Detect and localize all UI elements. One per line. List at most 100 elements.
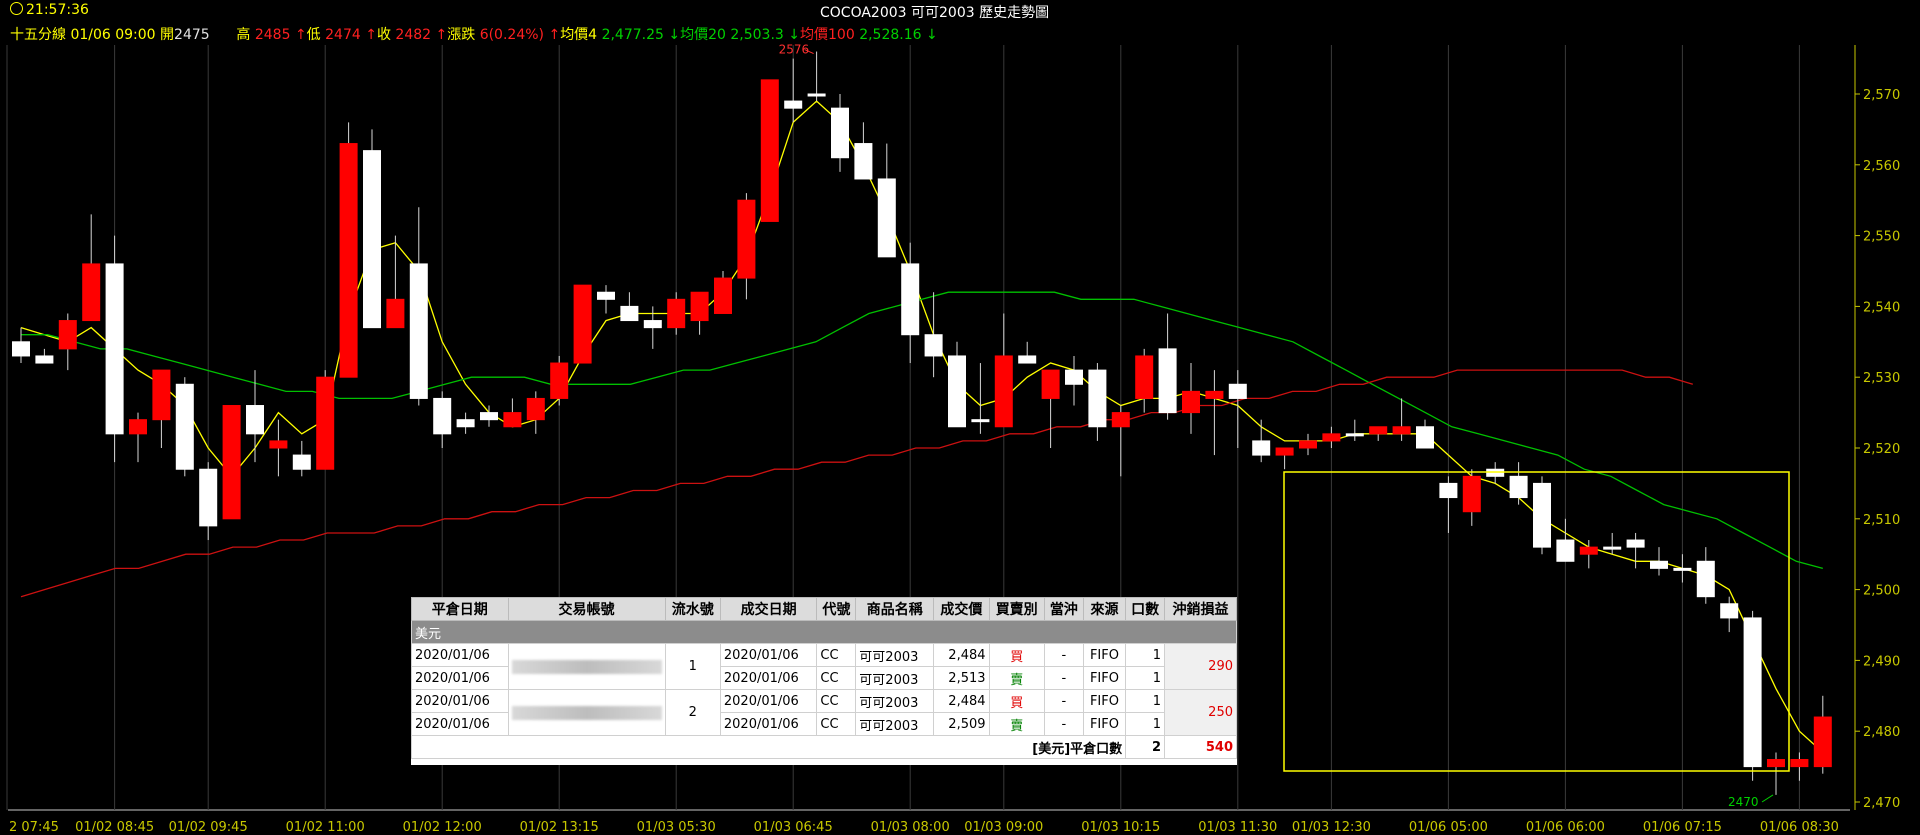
col-trade-date[interactable]: 成交日期 (719, 597, 818, 621)
candle[interactable] (1486, 462, 1505, 484)
candle[interactable] (1228, 370, 1247, 448)
candle[interactable] (1767, 752, 1785, 795)
candle[interactable] (152, 369, 171, 448)
candle[interactable] (363, 129, 381, 329)
clock-icon (10, 2, 23, 15)
candle[interactable] (877, 143, 896, 258)
candle[interactable] (550, 355, 569, 406)
candle[interactable] (1579, 540, 1598, 569)
candle[interactable] (643, 306, 662, 349)
candle[interactable] (503, 398, 522, 428)
col-side[interactable]: 買賣別 (988, 597, 1045, 621)
candle[interactable] (1533, 476, 1551, 555)
col-source[interactable]: 來源 (1082, 597, 1127, 621)
candle[interactable] (129, 412, 147, 463)
group-row[interactable]: 美元 (411, 620, 1237, 644)
candle[interactable] (1322, 426, 1341, 448)
x-tick-label: 01/06 06:00 (1526, 820, 1605, 835)
candle[interactable] (480, 405, 498, 427)
candle[interactable] (1790, 752, 1809, 781)
col-seq[interactable]: 流水號 (664, 597, 721, 621)
candle[interactable] (456, 412, 475, 434)
candle[interactable] (690, 291, 709, 335)
col-qty[interactable]: 口數 (1125, 597, 1166, 621)
candle[interactable] (1205, 370, 1224, 456)
candle[interactable] (175, 377, 194, 477)
candle[interactable] (1275, 447, 1294, 470)
candle[interactable] (433, 391, 452, 448)
candle[interactable] (1462, 469, 1481, 526)
candle[interactable] (82, 214, 101, 322)
candle[interactable] (737, 193, 756, 300)
candle[interactable] (316, 370, 335, 470)
candle[interactable] (35, 348, 54, 364)
candle[interactable] (105, 235, 124, 463)
candle[interactable] (1088, 363, 1107, 441)
candle[interactable] (1603, 532, 1622, 555)
candle[interactable] (784, 58, 803, 123)
table-row[interactable]: 2020/01/06 2 2020/01/06 CC 可可2003 2,484 … (411, 689, 1237, 736)
candle[interactable] (58, 313, 77, 371)
candle[interactable] (971, 363, 990, 434)
candle[interactable] (714, 271, 732, 314)
col-price[interactable]: 成交價 (933, 597, 990, 621)
candle[interactable] (1041, 369, 1060, 448)
candle[interactable] (1673, 554, 1692, 583)
candle[interactable] (1743, 610, 1762, 781)
candle[interactable] (222, 405, 241, 520)
candle[interactable] (199, 462, 218, 541)
candle[interactable] (1626, 532, 1645, 569)
candle[interactable] (1509, 462, 1528, 505)
candle[interactable] (948, 341, 966, 428)
candle[interactable] (994, 313, 1013, 428)
col-pnl[interactable]: 沖銷損益 (1164, 597, 1237, 621)
candle[interactable] (1345, 419, 1364, 441)
candle[interactable] (831, 94, 849, 172)
info-ma100: 2,528.16 (859, 27, 922, 43)
candle[interactable] (620, 292, 639, 322)
candle[interactable] (1813, 695, 1832, 774)
info-ma20-arrow: ↓ (788, 27, 800, 43)
candle-body-up (222, 405, 241, 520)
candle[interactable] (573, 284, 592, 364)
candle[interactable] (246, 370, 264, 463)
candle[interactable] (807, 51, 826, 102)
candle[interactable] (1392, 398, 1411, 441)
candle[interactable] (1158, 313, 1177, 420)
candle[interactable] (1369, 426, 1388, 441)
candle[interactable] (1299, 433, 1317, 456)
col-daytrade[interactable]: 當沖 (1043, 597, 1084, 621)
candle[interactable] (1696, 547, 1715, 604)
candle[interactable] (854, 122, 873, 180)
table-row[interactable]: 2020/01/06 1 2020/01/06 CC 可可2003 2,484 … (411, 643, 1237, 690)
info-close-arrow: ↑ (435, 27, 448, 43)
candle[interactable] (1111, 405, 1130, 477)
candle[interactable] (597, 285, 615, 314)
candle[interactable] (1135, 348, 1154, 413)
summary-row[interactable]: [美元]平倉口數 2 540 (410, 735, 1237, 759)
candle[interactable] (269, 419, 288, 477)
candle-body-up (1205, 390, 1224, 399)
candle[interactable] (526, 391, 545, 434)
candle[interactable] (339, 122, 358, 378)
col-account[interactable]: 交易帳號 (507, 597, 666, 621)
col-close-date[interactable]: 平倉日期 (411, 597, 509, 621)
candle[interactable] (292, 440, 311, 477)
candle[interactable] (901, 242, 920, 364)
candle[interactable] (1416, 419, 1434, 449)
candle[interactable] (1065, 355, 1083, 406)
candle[interactable] (760, 79, 779, 222)
candle[interactable] (924, 292, 943, 378)
candle[interactable] (1252, 419, 1271, 463)
candle[interactable] (1556, 518, 1575, 562)
candle[interactable] (12, 327, 30, 364)
candle[interactable] (1650, 547, 1668, 576)
col-code[interactable]: 代號 (816, 597, 857, 621)
candle[interactable] (667, 292, 686, 335)
candle[interactable] (1182, 363, 1200, 434)
candle[interactable] (1018, 341, 1037, 364)
candle[interactable] (409, 207, 428, 406)
candle[interactable] (1439, 476, 1458, 533)
candle-body-down (292, 454, 311, 470)
col-name[interactable]: 商品名稱 (855, 597, 935, 621)
